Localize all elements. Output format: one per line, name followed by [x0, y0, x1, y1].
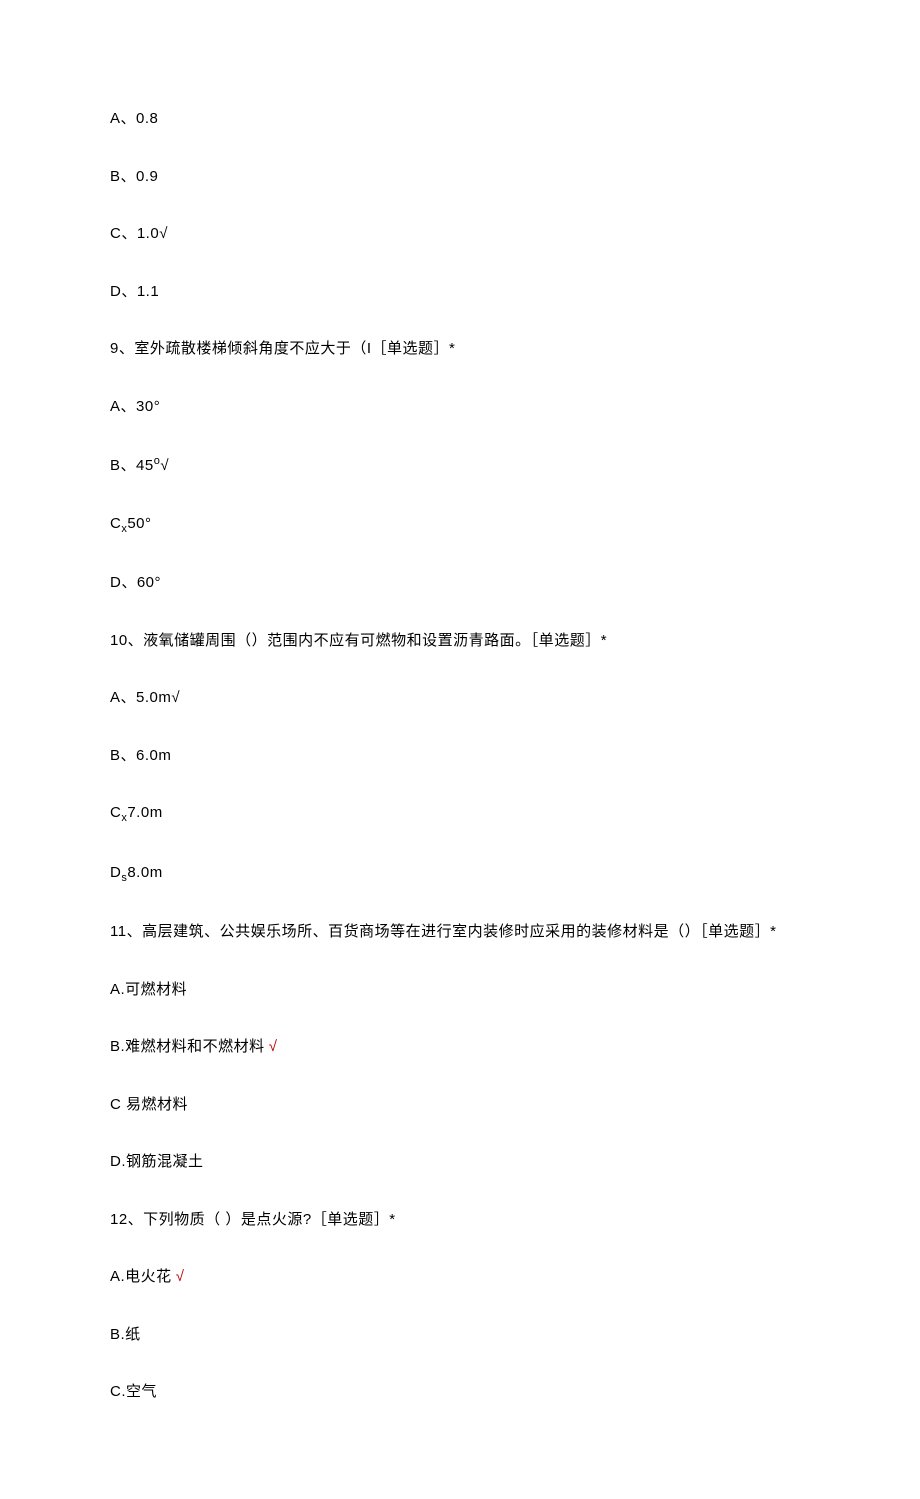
q11-option-c: C 易燃材料 — [110, 1094, 810, 1117]
q10-text: 10、液氧储罐周围（）范围内不应有可燃物和设置沥青路面。［单选题］* — [110, 630, 810, 653]
q9-option-c-prefix: C — [110, 515, 121, 532]
q10-option-d-value: 8.0m — [127, 864, 162, 881]
q8-option-d: D、1.1 — [110, 281, 810, 304]
q9-option-b-prefix: B、45 — [110, 457, 154, 474]
check-mark-icon: √ — [269, 1038, 278, 1055]
q8-option-c: C、1.0√ — [110, 223, 810, 246]
q10-option-c-value: 7.0m — [127, 804, 162, 821]
q9-option-d: D、60° — [110, 572, 810, 595]
check-mark-icon: √ — [176, 1268, 185, 1285]
q11-option-b: B.难燃材料和不燃材料√ — [110, 1036, 810, 1059]
q10-option-c: Cx7.0m — [110, 802, 810, 827]
q8-option-c-prefix: C、 — [110, 225, 137, 242]
q9-option-c-value: 50° — [127, 515, 151, 532]
q8-option-c-mark: √ — [159, 225, 168, 242]
q10-option-a-prefix: A、 — [110, 689, 136, 706]
q12-option-c: C.空气 — [110, 1381, 810, 1404]
q12-option-a-text: A.电火花 — [110, 1268, 172, 1285]
q8-option-c-value: 1.0 — [137, 225, 159, 242]
q8-option-b: B、0.9 — [110, 166, 810, 189]
q9-option-a: A、30° — [110, 396, 810, 419]
q12-text: 12、下列物质（ ）是点火源?［单选题］* — [110, 1209, 810, 1232]
q9-option-b: B、45o√ — [110, 453, 810, 478]
q10-option-c-prefix: C — [110, 804, 121, 821]
q10-option-a: A、5.0m√ — [110, 687, 810, 710]
q9-option-c: Cx50° — [110, 513, 810, 538]
q9-option-b-mark: √ — [160, 457, 169, 474]
q10-option-d-prefix: D — [110, 864, 121, 881]
q8-option-a: A、0.8 — [110, 108, 810, 131]
q12-option-b: B.纸 — [110, 1324, 810, 1347]
q10-option-b: B、6.0m — [110, 745, 810, 768]
q12-option-a: A.电火花√ — [110, 1266, 810, 1289]
q10-option-a-value: 5.0m — [136, 689, 171, 706]
q9-text: 9、室外疏散楼梯倾斜角度不应大于（I［单选题］* — [110, 338, 810, 361]
q11-text: 11、高层建筑、公共娱乐场所、百货商场等在进行室内装修时应采用的装修材料是（）［… — [110, 921, 810, 944]
q10-option-a-mark: √ — [171, 689, 180, 706]
q11-option-d: D.钢筋混凝土 — [110, 1151, 810, 1174]
q11-option-b-text: B.难燃材料和不燃材料 — [110, 1038, 265, 1055]
q10-option-d: Ds8.0m — [110, 862, 810, 887]
q11-option-a: A.可燃材料 — [110, 979, 810, 1002]
